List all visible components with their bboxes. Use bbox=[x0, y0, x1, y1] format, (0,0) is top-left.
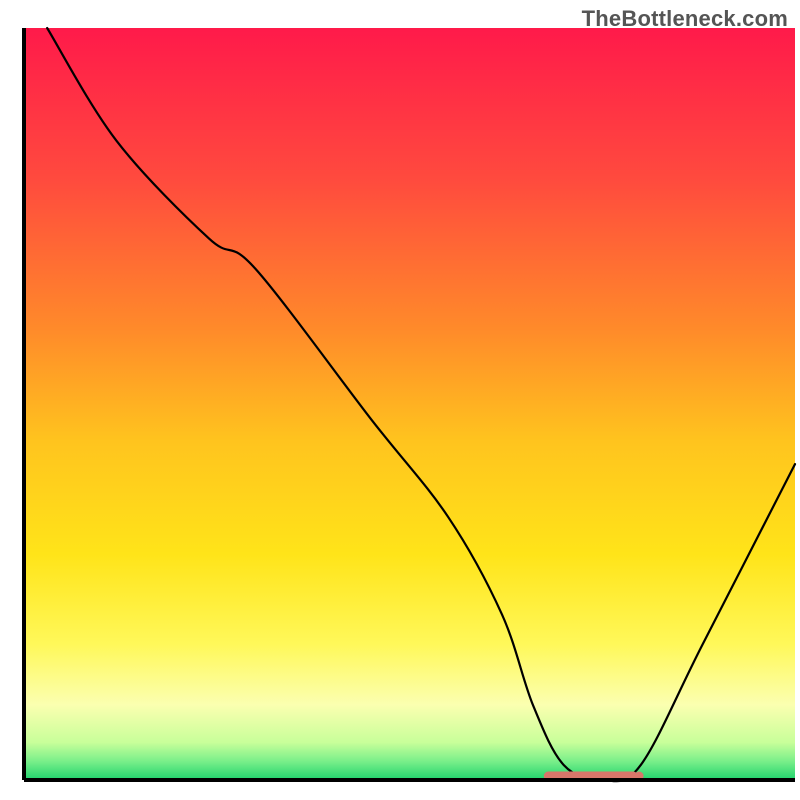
chart-container: { "watermark": "TheBottleneck.com", "cha… bbox=[0, 0, 800, 800]
watermark-text: TheBottleneck.com bbox=[582, 6, 788, 32]
bottleneck-chart bbox=[0, 0, 800, 800]
gradient-background bbox=[24, 28, 795, 780]
